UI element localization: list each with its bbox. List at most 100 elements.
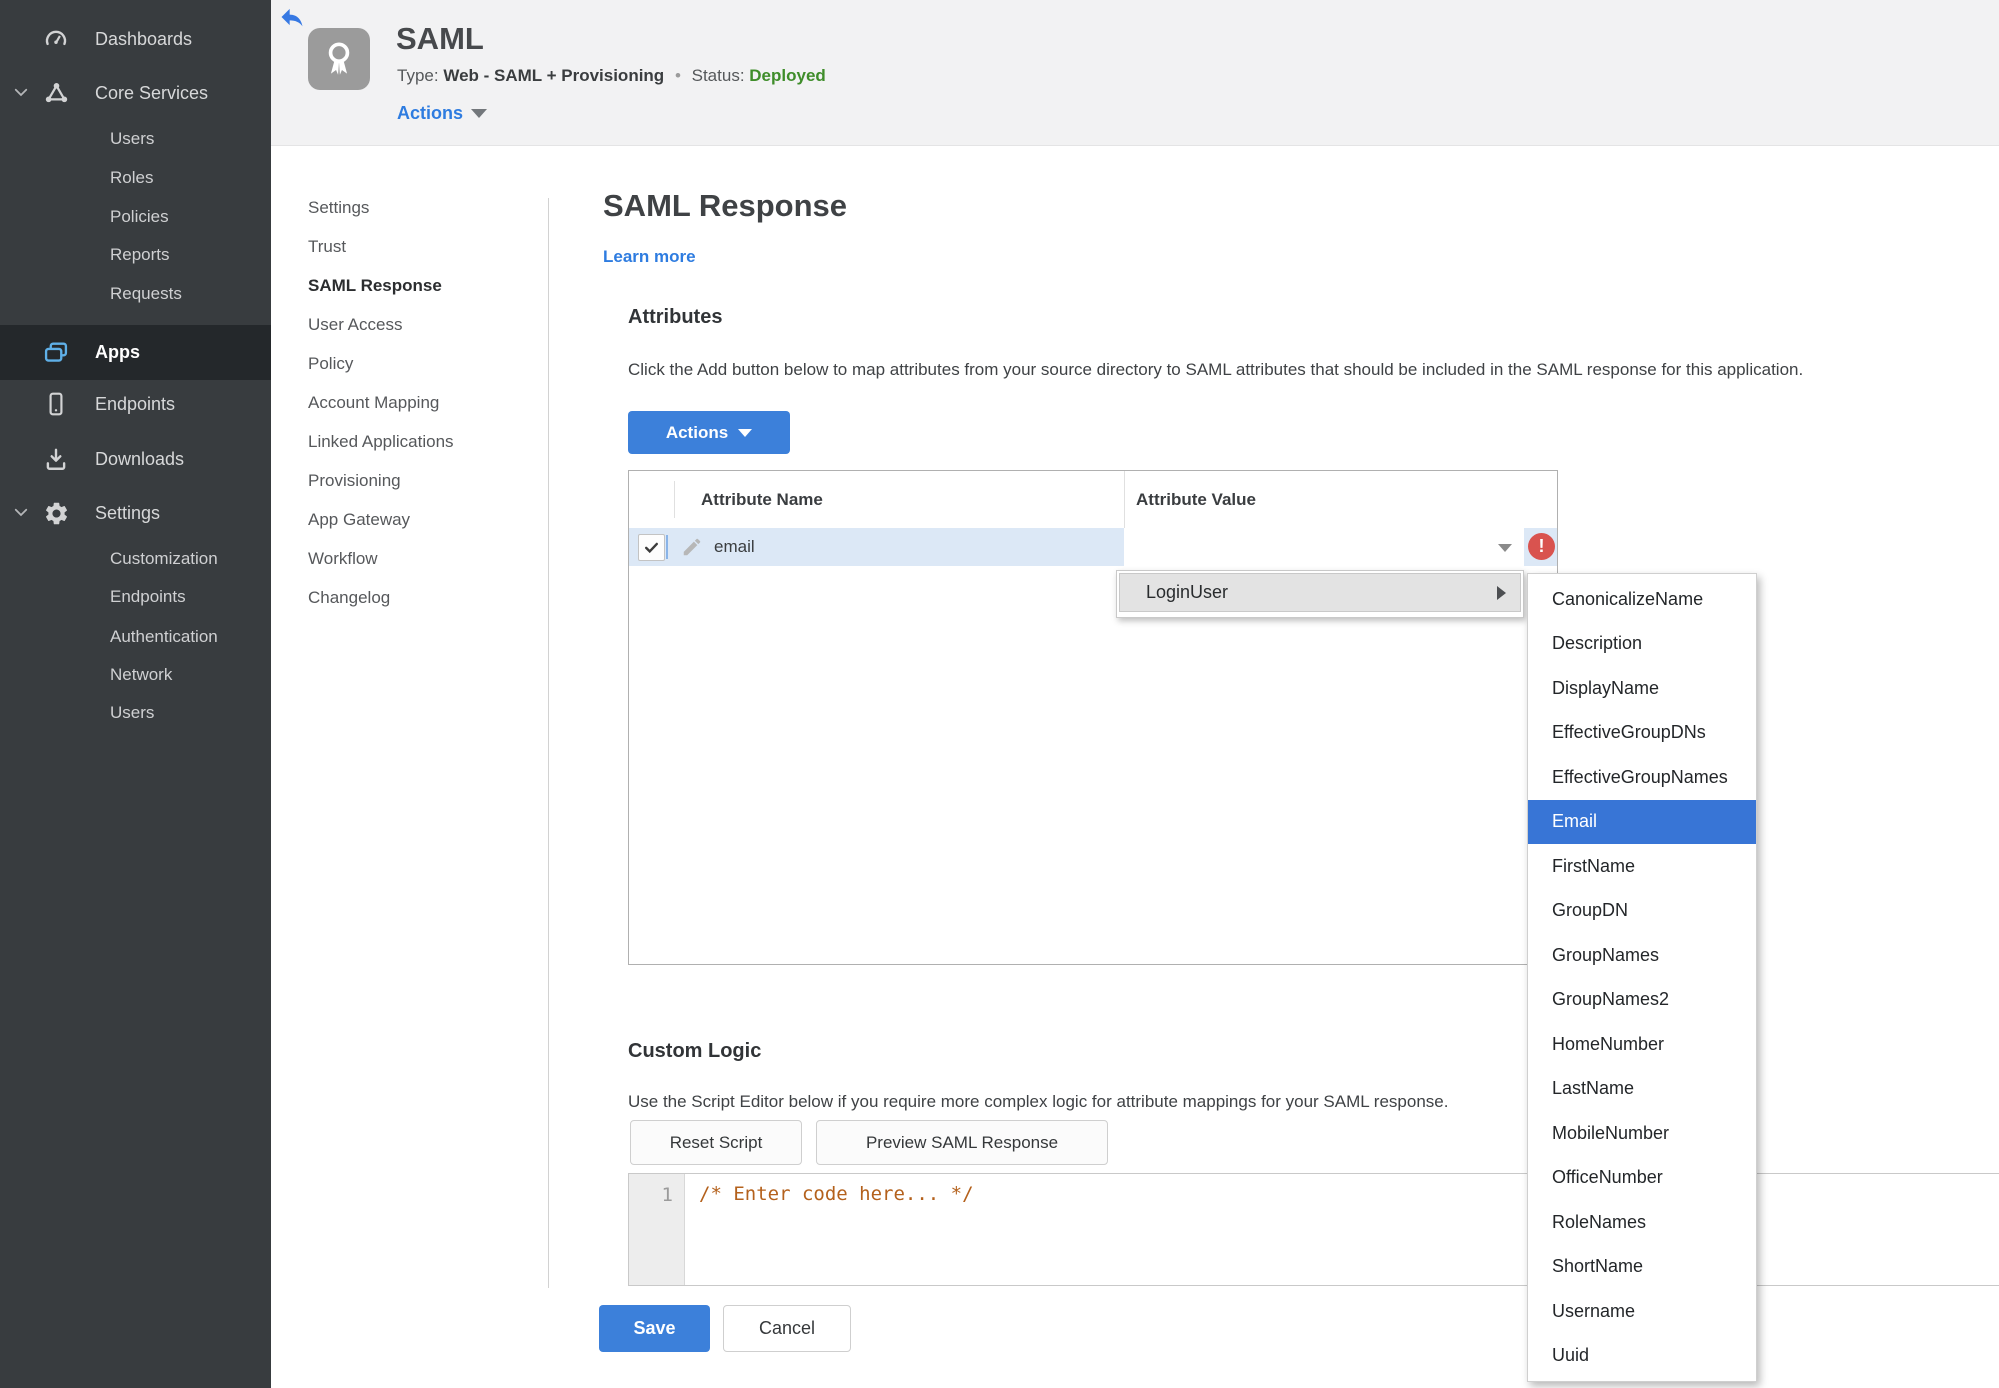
- submenu-item[interactable]: MobileNumber: [1528, 1111, 1756, 1156]
- sidebar-item-policies[interactable]: Policies: [0, 200, 271, 234]
- sidebar-item-label: Apps: [95, 342, 140, 362]
- page-title: SAML Response: [603, 188, 848, 223]
- submenu-item[interactable]: FirstName: [1528, 844, 1756, 889]
- sidebar-item-label: Settings: [95, 502, 161, 523]
- editor-gutter: 1: [629, 1174, 685, 1285]
- subnav-item-provisioning[interactable]: Provisioning: [308, 461, 401, 500]
- sidebar-item-users[interactable]: Users: [0, 122, 271, 156]
- preview-saml-response-button[interactable]: Preview SAML Response: [816, 1120, 1108, 1165]
- sidebar-item-settings-users[interactable]: Users: [0, 696, 271, 730]
- sidebar-item-core-services[interactable]: Core Services: [0, 74, 271, 112]
- sidebar-item-label: Downloads: [95, 448, 185, 469]
- submenu-item[interactable]: EffectiveGroupNames: [1528, 755, 1756, 800]
- back-icon[interactable]: [278, 3, 306, 31]
- column-divider: [1124, 471, 1125, 528]
- submenu-arrow-icon: [1497, 585, 1506, 600]
- row-checkbox[interactable]: [638, 534, 665, 561]
- submenu-item[interactable]: Uuid: [1528, 1334, 1756, 1379]
- sidebar-item-customization[interactable]: Customization: [0, 542, 271, 576]
- status-label: Status:: [691, 66, 745, 85]
- reset-script-button[interactable]: Reset Script: [630, 1120, 802, 1165]
- submenu-item[interactable]: CanonicalizeName: [1528, 577, 1756, 622]
- submenu-item[interactable]: Description: [1528, 622, 1756, 667]
- apps-icon: [42, 339, 70, 367]
- meta-separator: •: [674, 66, 681, 85]
- subnav-item-settings[interactable]: Settings: [308, 188, 369, 227]
- sidebar-item-settings[interactable]: Settings: [0, 494, 271, 532]
- cancel-button[interactable]: Cancel: [723, 1305, 851, 1352]
- submenu-item[interactable]: DisplayName: [1528, 666, 1756, 711]
- app-header: SAML Type: Web - SAML + Provisioning • S…: [271, 0, 1999, 146]
- sidebar-item-downloads[interactable]: Downloads: [0, 440, 271, 478]
- attributes-heading: Attributes: [628, 306, 723, 328]
- gear-icon: [42, 499, 70, 527]
- subnav-item-changelog[interactable]: Changelog: [308, 578, 390, 617]
- value-dropdown: LoginUser: [1116, 570, 1524, 618]
- subnav-item-saml-response[interactable]: SAML Response: [308, 266, 442, 305]
- subnav-item-linked-applications[interactable]: Linked Applications: [308, 422, 454, 461]
- attribute-name-cell: email: [714, 537, 755, 556]
- gauge-icon: [42, 25, 70, 53]
- script-editor[interactable]: 1 /* Enter code here... */: [628, 1173, 1999, 1286]
- learn-more-link[interactable]: Learn more: [603, 247, 696, 267]
- subnav-item-workflow[interactable]: Workflow: [308, 539, 378, 578]
- download-icon: [42, 445, 70, 473]
- table-header: Attribute Name Attribute Value: [629, 471, 1557, 529]
- column-header-attribute-name: Attribute Name: [701, 489, 823, 509]
- submenu-item[interactable]: GroupNames: [1528, 933, 1756, 978]
- sidebar-item-requests[interactable]: Requests: [0, 277, 271, 311]
- submenu-item[interactable]: GroupDN: [1528, 889, 1756, 934]
- subnav-divider: [548, 198, 549, 1288]
- saml-app-icon: [308, 28, 370, 90]
- editor-code[interactable]: /* Enter code here... */: [699, 1183, 974, 1205]
- app-meta: Type: Web - SAML + Provisioning • Status…: [397, 66, 826, 86]
- submenu-item[interactable]: GroupNames2: [1528, 978, 1756, 1023]
- menu-item-loginuser[interactable]: LoginUser: [1119, 573, 1521, 612]
- line-number: 1: [661, 1184, 673, 1206]
- attribute-value-select[interactable]: [1124, 528, 1524, 566]
- submenu-item-selected[interactable]: Email: [1528, 799, 1756, 844]
- text-cursor: [666, 535, 668, 559]
- submenu-item[interactable]: OfficeNumber: [1528, 1156, 1756, 1201]
- attributes-description: Click the Add button below to map attrib…: [628, 360, 1804, 379]
- attribute-submenu: CanonicalizeName Description DisplayName…: [1527, 573, 1757, 1382]
- sidebar-item-reports[interactable]: Reports: [0, 238, 271, 272]
- sidebar: Dashboards Core Services Users Roles Pol…: [0, 0, 271, 1388]
- sidebar-item-dashboards[interactable]: Dashboards: [0, 20, 271, 58]
- subnav-item-account-mapping[interactable]: Account Mapping: [308, 383, 439, 422]
- core-services-icon: [42, 79, 70, 107]
- save-button[interactable]: Save: [599, 1305, 710, 1352]
- subnav-item-policy[interactable]: Policy: [308, 344, 353, 383]
- custom-logic-description: Use the Script Editor below if you requi…: [628, 1092, 1449, 1111]
- app-root: Dashboards Core Services Users Roles Pol…: [0, 0, 1999, 1388]
- sidebar-item-apps[interactable]: Apps: [0, 325, 271, 380]
- subnav-item-app-gateway[interactable]: App Gateway: [308, 500, 410, 539]
- sidebar-item-endpoints[interactable]: Endpoints: [0, 385, 271, 423]
- error-icon: !: [1528, 533, 1555, 560]
- caret-down-icon: [1498, 544, 1512, 552]
- sidebar-item-network[interactable]: Network: [0, 658, 271, 692]
- status-value: Deployed: [749, 66, 826, 85]
- table-row[interactable]: email !: [629, 528, 1557, 566]
- attributes-actions-button[interactable]: Actions: [628, 411, 790, 454]
- sidebar-item-authentication[interactable]: Authentication: [0, 620, 271, 654]
- column-divider: [674, 481, 675, 518]
- column-header-attribute-value: Attribute Value: [1136, 489, 1256, 509]
- type-label: Type:: [397, 66, 439, 85]
- submenu-item[interactable]: Username: [1528, 1289, 1756, 1334]
- header-actions-menu[interactable]: Actions: [397, 103, 488, 124]
- subnav-item-trust[interactable]: Trust: [308, 227, 346, 266]
- submenu-item[interactable]: EffectiveGroupDNs: [1528, 711, 1756, 756]
- sidebar-item-label: Endpoints: [95, 393, 176, 414]
- sidebar-item-label: Core Services: [95, 82, 209, 103]
- submenu-item[interactable]: HomeNumber: [1528, 1022, 1756, 1067]
- app-title: SAML: [396, 21, 484, 56]
- subnav-item-user-access[interactable]: User Access: [308, 305, 402, 344]
- sidebar-item-settings-endpoints[interactable]: Endpoints: [0, 580, 271, 614]
- submenu-item[interactable]: ShortName: [1528, 1245, 1756, 1290]
- caret-down-icon: [471, 109, 488, 118]
- edit-pencil-icon[interactable]: [681, 536, 703, 558]
- sidebar-item-roles[interactable]: Roles: [0, 161, 271, 195]
- submenu-item[interactable]: RoleNames: [1528, 1200, 1756, 1245]
- submenu-item[interactable]: LastName: [1528, 1067, 1756, 1112]
